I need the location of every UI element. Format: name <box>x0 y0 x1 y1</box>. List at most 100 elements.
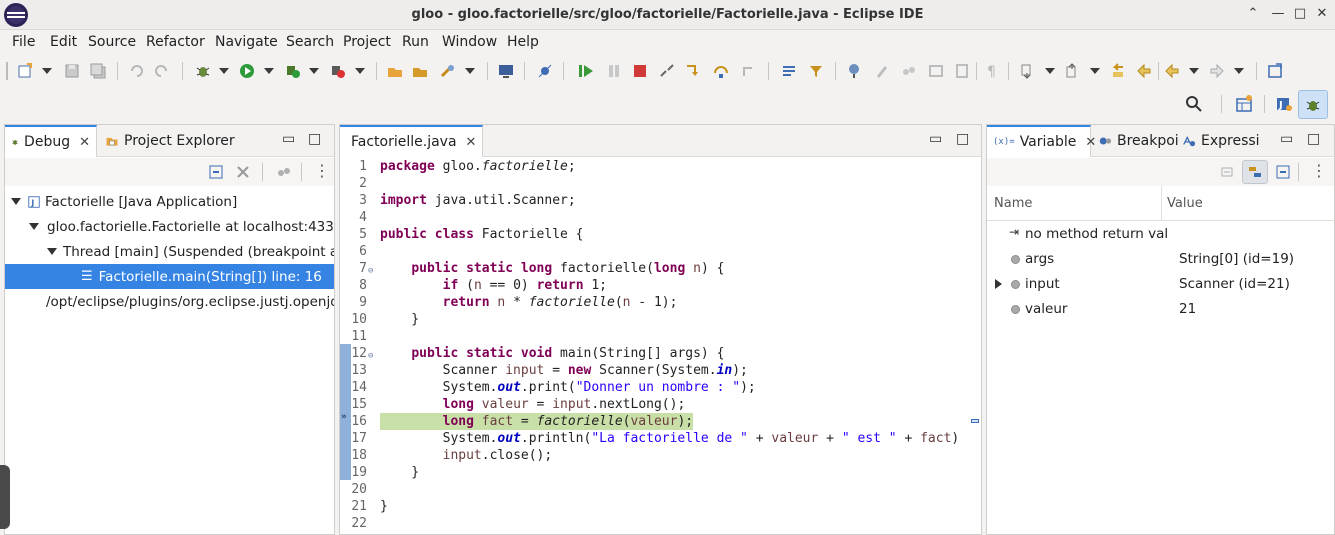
code-line[interactable]: 5 public class Factorielle { <box>340 226 981 243</box>
tree-item-thread[interactable]: Thread [main] (Suspended (breakpoint at … <box>5 239 334 264</box>
skip-breakpoints-icon[interactable] <box>536 62 554 80</box>
block-selection-icon[interactable] <box>953 62 971 80</box>
menu-source[interactable]: Source <box>88 34 136 50</box>
expanded-icon[interactable] <box>47 248 57 255</box>
minimize-view-icon[interactable]: ▭ <box>929 131 942 147</box>
collapse-all-icon[interactable] <box>1275 164 1291 180</box>
search-tool-icon[interactable] <box>439 62 457 80</box>
menu-search[interactable]: Search <box>286 34 334 50</box>
expand-icon[interactable] <box>995 279 1002 289</box>
code-line[interactable]: 13 Scanner input = new Scanner(System.in… <box>340 362 981 379</box>
redo-icon[interactable] <box>152 62 170 80</box>
annotation-nav-icon[interactable] <box>1135 62 1153 80</box>
open-perspective-icon[interactable] <box>1235 95 1253 113</box>
external-tools-dropdown-icon[interactable] <box>355 68 365 74</box>
markers-icon[interactable] <box>927 62 945 80</box>
back-dropdown-icon[interactable] <box>1189 68 1199 74</box>
suspend-icon[interactable] <box>605 62 623 80</box>
back-icon[interactable] <box>1163 62 1181 80</box>
previous-annotation-dropdown-icon[interactable] <box>1090 68 1100 74</box>
menu-navigate[interactable]: Navigate <box>215 34 278 50</box>
code-line[interactable]: 7 ⊖ public static long factorielle(long n… <box>340 260 981 277</box>
code-line[interactable]: 9 return n * factorielle(n - 1); <box>340 294 981 311</box>
new-dropdown-icon[interactable] <box>42 68 52 74</box>
show-whitespace-icon[interactable]: ¶ <box>983 62 1001 80</box>
bugs-icon[interactable] <box>900 62 918 80</box>
drop-to-frame-icon[interactable] <box>780 62 798 80</box>
code-line[interactable]: 10 } <box>340 311 981 328</box>
tab-variables[interactable]: (x)= Variable ✕ <box>987 125 1096 157</box>
view-menu-icon[interactable]: ⋮ <box>1311 161 1327 180</box>
debug-perspective-button[interactable] <box>1298 90 1328 119</box>
side-drawer-handle[interactable] <box>0 465 10 529</box>
code-line[interactable]: 12 ⊖ public static void main(String[] arg… <box>340 345 981 362</box>
expanded-icon[interactable] <box>29 223 39 230</box>
menu-help[interactable]: Help <box>507 34 539 50</box>
code-line[interactable]: 4 <box>340 209 981 226</box>
code-line[interactable]: 20 <box>340 481 981 498</box>
forward-dropdown-icon[interactable] <box>1234 68 1244 74</box>
code-line[interactable]: 8 if (n == 0) return 1; <box>340 277 981 294</box>
java-perspective-icon[interactable]: J <box>1275 95 1293 113</box>
pin-editor-icon[interactable] <box>1266 62 1284 80</box>
step-into-icon[interactable] <box>684 62 702 80</box>
view-menu-icon[interactable]: ⋮ <box>314 161 330 180</box>
search-dropdown-icon[interactable] <box>465 68 475 74</box>
pen-icon[interactable] <box>873 62 891 80</box>
collapse-all-icon[interactable] <box>208 164 224 180</box>
minimize-view-icon[interactable]: ▭ <box>282 131 295 147</box>
tab-factorielle-java[interactable]: Factorielle.java ✕ <box>340 125 483 157</box>
step-over-icon[interactable] <box>712 62 730 80</box>
column-header-value[interactable]: Value <box>1167 196 1203 211</box>
step-return-icon[interactable] <box>740 62 758 80</box>
tree-item-debug-target[interactable]: gloo.factorielle.Factorielle at localhos… <box>5 214 334 239</box>
variable-row-method-return[interactable]: ⇥ no method return val <box>987 222 1334 247</box>
code-line[interactable]: 22 <box>340 515 981 532</box>
variable-row-valeur[interactable]: valeur 21 <box>987 297 1334 322</box>
search-icon[interactable] <box>1185 95 1203 113</box>
terminal-icon[interactable] <box>497 62 515 80</box>
menu-project[interactable]: Project <box>343 34 391 50</box>
open-resource-icon[interactable] <box>411 62 429 80</box>
menu-run[interactable]: Run <box>402 34 429 50</box>
undo-icon[interactable] <box>128 62 146 80</box>
open-type-icon[interactable] <box>386 62 404 80</box>
code-line[interactable]: 21} <box>340 498 981 515</box>
next-annotation-dropdown-icon[interactable] <box>1045 68 1055 74</box>
tree-item-stack-frame[interactable]: ☰ Factorielle.main(String[]) line: 16 <box>5 264 334 289</box>
code-line[interactable]: 19 } <box>340 464 981 481</box>
code-line[interactable]: 14 System.out.print("Donner un nombre : … <box>340 379 981 396</box>
code-line[interactable]: 6 <box>340 243 981 260</box>
code-line[interactable]: 11 <box>340 328 981 345</box>
last-edit-location-icon[interactable] <box>1109 62 1127 80</box>
code-line[interactable]: 1 package gloo.factorielle; <box>340 158 981 175</box>
forward-icon[interactable] <box>1208 62 1226 80</box>
save-icon[interactable] <box>63 62 81 80</box>
maximize-button[interactable]: □ <box>1292 6 1308 22</box>
tab-breakpoints[interactable]: Breakpoi <box>1092 125 1185 157</box>
inspect-icon[interactable] <box>846 62 864 80</box>
debug-dropdown-icon[interactable] <box>219 68 229 74</box>
tab-project-explorer[interactable]: Project Explorer <box>99 125 241 157</box>
next-annotation-icon[interactable] <box>1018 62 1036 80</box>
code-editor[interactable]: » 1 package gloo.factorielle; 2 3 import jav… <box>340 157 981 534</box>
collapse-icon[interactable]: ⌃ <box>1245 6 1261 22</box>
variable-row-args[interactable]: args String[0] (id=19) <box>987 247 1334 272</box>
expanded-icon[interactable] <box>11 198 21 205</box>
debug-threads-icon[interactable] <box>276 164 292 180</box>
disconnect-icon[interactable] <box>658 62 676 80</box>
tab-expressions[interactable]: Expressi <box>1176 125 1266 157</box>
menu-edit[interactable]: Edit <box>50 34 77 50</box>
coverage-icon[interactable] <box>284 62 302 80</box>
maximize-view-icon[interactable]: □ <box>1307 131 1320 147</box>
code-line[interactable]: 17 System.out.println("La factorielle de… <box>340 430 981 447</box>
tree-item-jre-process[interactable]: /opt/eclipse/plugins/org.eclipse.justj.o… <box>5 289 334 314</box>
close-icon[interactable]: ✕ <box>466 135 477 150</box>
code-line[interactable]: 15 long valeur = input.nextLong(); <box>340 396 981 413</box>
close-button[interactable]: ✕ <box>1314 6 1330 22</box>
show-type-names-icon[interactable] <box>1219 164 1235 180</box>
remove-terminated-icon[interactable] <box>235 164 251 180</box>
column-divider[interactable] <box>1161 186 1162 221</box>
use-step-filters-icon[interactable] <box>807 62 825 80</box>
coverage-dropdown-icon[interactable] <box>309 68 319 74</box>
